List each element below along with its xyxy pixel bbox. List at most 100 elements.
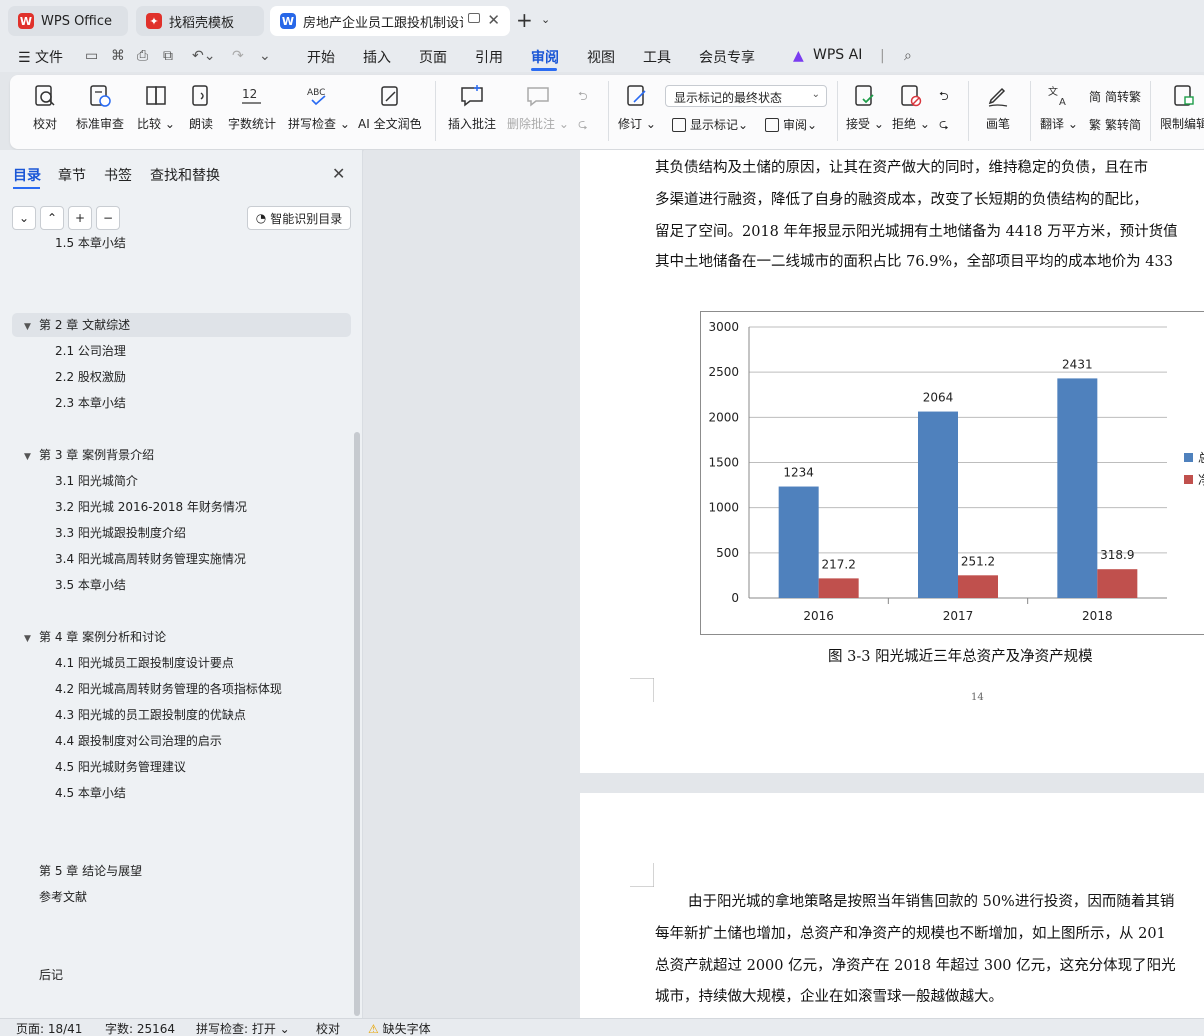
print-preview-icon[interactable]: ⧉ xyxy=(163,48,173,64)
toc-item[interactable]: 3.1 阳光城简介 xyxy=(55,469,138,493)
window-icon[interactable] xyxy=(468,13,480,23)
menu-member[interactable]: 会员专享 xyxy=(699,47,755,67)
toc-item[interactable]: 3.4 阳光城高周转财务管理实施情况 xyxy=(55,547,246,571)
toc-item[interactable]: 1.5 本章小结 xyxy=(55,236,126,250)
revise-button[interactable]: 修订 ⌄ xyxy=(618,83,656,143)
spell-check-toggle[interactable]: 拼写检查: 打开 ⌄ xyxy=(196,1020,290,1036)
menu-review[interactable]: 审阅 xyxy=(531,47,559,67)
menu-wps-ai[interactable]: WPS AI xyxy=(813,47,862,63)
search-icon[interactable]: ⌕ xyxy=(904,48,912,64)
accept-button[interactable]: 接受 ⌄ xyxy=(846,83,884,143)
toc-item[interactable]: 4.1 阳光城员工跟投制度设计要点 xyxy=(55,651,234,675)
menu-page[interactable]: 页面 xyxy=(419,47,447,67)
y-tick-label: 2000 xyxy=(708,410,739,424)
menu-insert[interactable]: 插入 xyxy=(363,47,391,67)
toc-chapter-4[interactable]: ▼ 第 4 章 案例分析和讨论 xyxy=(24,625,166,649)
add-heading-button[interactable]: + xyxy=(68,206,92,230)
toc-item[interactable]: 4.3 阳光城的员工跟投制度的优缺点 xyxy=(55,703,246,727)
toc-item[interactable]: 3.5 本章小结 xyxy=(55,573,126,597)
delete-comment-button[interactable]: 删除批注 ⌄ xyxy=(507,83,569,143)
menu-tools[interactable]: 工具 xyxy=(643,47,671,67)
expand-caret-icon[interactable]: ▼ xyxy=(24,627,39,651)
ai-polish-button[interactable]: AI 全文润色 xyxy=(358,83,422,143)
proofread-status[interactable]: 校对 xyxy=(316,1020,340,1036)
toc-chapter-3[interactable]: ▼ 第 3 章 案例背景介绍 xyxy=(24,443,154,467)
pen-button[interactable]: 画笔 xyxy=(985,83,1011,143)
review-pane-button[interactable]: 审阅 ⌄ xyxy=(765,116,817,133)
tab-find-replace[interactable]: 查找和替换 xyxy=(150,165,220,185)
menu-start[interactable]: 开始 xyxy=(307,47,335,67)
redo-icon[interactable]: ↷ xyxy=(232,48,244,64)
reject-button[interactable]: 拒绝 ⌄ xyxy=(892,83,930,143)
print-icon[interactable]: ⎙ xyxy=(137,48,148,64)
toc-item[interactable]: 3.3 阳光城跟投制度介绍 xyxy=(55,521,186,545)
tab-toc[interactable]: 目录 xyxy=(13,165,41,185)
toc-item[interactable]: 2.2 股权激励 xyxy=(55,365,126,389)
ribbon-separator xyxy=(1150,81,1151,141)
document-canvas[interactable]: 其负债结构及土储的原因，让其在资产做大的同时，维持稳定的负债，且在市 多渠道进行… xyxy=(364,150,1204,1018)
show-markup-button[interactable]: 显示标记 ⌄ xyxy=(672,116,748,133)
tab-wps-office[interactable]: W WPS Office xyxy=(8,6,128,36)
toc-references[interactable]: 参考文献 xyxy=(39,885,87,909)
show-markup-icon xyxy=(672,117,686,132)
document-page[interactable]: 其负债结构及土储的原因，让其在资产做大的同时，维持稳定的负债，且在市 多渠道进行… xyxy=(580,150,1204,773)
simp-to-trad-button[interactable]: 繁繁转简 xyxy=(1089,116,1141,133)
menu-reference[interactable]: 引用 xyxy=(475,47,503,67)
trad-to-simp-button[interactable]: 简简转繁 xyxy=(1089,88,1141,105)
data-label: 251.2 xyxy=(961,554,995,568)
tab-template-store[interactable]: ✦ 找稻壳模板 xyxy=(136,6,264,36)
toc-chapter-2[interactable]: ▼ 第 2 章 文献综述 xyxy=(24,313,130,337)
toc-afterword[interactable]: 后记 xyxy=(39,963,63,987)
menu-view[interactable]: 视图 xyxy=(587,47,615,67)
document-page[interactable]: 由于阳光城的拿地策略是按照当年销售回款的 50%进行投资，因而随着其销 每年新扩… xyxy=(580,793,1204,1018)
insert-comment-button[interactable]: 插入批注 xyxy=(448,83,496,143)
prev-change-icon[interactable]: ⮌ xyxy=(939,87,949,108)
tab-bookmarks[interactable]: 书签 xyxy=(104,165,132,185)
compare-button[interactable]: 比较 ⌄ xyxy=(137,83,175,143)
read-aloud-button[interactable]: 朗读 xyxy=(188,83,214,143)
file-menu[interactable]: ☰ 文件 xyxy=(18,47,63,67)
toc-item[interactable]: 2.1 公司治理 xyxy=(55,339,126,363)
word-count-button[interactable]: 12 字数统计 xyxy=(228,83,276,143)
expand-up-button[interactable]: ⌃ xyxy=(40,206,64,230)
word-count-indicator[interactable]: 字数: 25164 xyxy=(105,1020,175,1036)
new-tab-plus-icon[interactable]: + xyxy=(516,8,533,32)
markup-mode-select[interactable]: 显示标记的最终状态 ⌄ xyxy=(665,85,827,107)
legend-swatch xyxy=(1184,453,1193,462)
save-icon[interactable]: ▭ xyxy=(85,48,98,64)
toc-item[interactable]: 4.5 阳光城财务管理建议 xyxy=(55,755,186,779)
translate-button[interactable]: 文A 翻译 ⌄ xyxy=(1040,83,1078,143)
next-comment-icon[interactable]: ⮎ xyxy=(578,115,588,136)
spell-check-button[interactable]: ABC 拼写检查 ⌄ xyxy=(288,83,350,143)
embedded-chart[interactable]: 0 500 1000 1500 2000 2500 3000 2016 1234 217.2 201… xyxy=(700,311,1204,635)
missing-font-warning[interactable]: ⚠ 缺失字体 xyxy=(368,1020,431,1036)
expand-caret-icon[interactable]: ▼ xyxy=(24,315,39,339)
smart-toc-button[interactable]: ◔ 智能识别目录 xyxy=(247,206,351,230)
close-icon[interactable]: ✕ xyxy=(332,164,345,183)
format-painter-icon[interactable]: ⌘ xyxy=(111,48,125,64)
compare-icon xyxy=(146,86,166,105)
tab-sections[interactable]: 章节 xyxy=(58,165,86,185)
tab-document[interactable]: W 房地产企业员工跟投机制设计与 ✕ xyxy=(270,6,510,36)
toc-chapter-5[interactable]: 第 5 章 结论与展望 xyxy=(39,859,142,883)
restrict-edit-button[interactable]: 限制编辑 xyxy=(1160,83,1204,143)
y-tick-label: 1000 xyxy=(708,501,739,515)
toc-item[interactable]: 2.3 本章小结 xyxy=(55,391,126,415)
page-indicator[interactable]: 页面: 18/41 xyxy=(16,1020,82,1036)
proofread-button[interactable]: 校对 xyxy=(32,83,58,143)
tab-list-chevron-icon[interactable]: ⌄ xyxy=(541,13,550,26)
close-tab-icon[interactable]: ✕ xyxy=(487,11,500,29)
expand-caret-icon[interactable]: ▼ xyxy=(24,445,39,469)
toc-item[interactable]: 4.2 阳光城高周转财务管理的各项指标体现 xyxy=(55,677,282,701)
toc-item[interactable]: 3.2 阳光城 2016-2018 年财务情况 xyxy=(55,495,247,519)
standard-review-button[interactable]: 标准审查 xyxy=(76,83,124,143)
remove-heading-button[interactable]: − xyxy=(96,206,120,230)
next-change-icon[interactable]: ⮎ xyxy=(939,115,949,136)
collapse-down-button[interactable]: ⌄ xyxy=(12,206,36,230)
undo-icon[interactable]: ↶⌄ xyxy=(192,48,215,64)
toc-item[interactable]: 4.5 本章小结 xyxy=(55,781,126,805)
prev-comment-icon[interactable]: ⮌ xyxy=(578,87,588,108)
more-chevron-icon[interactable]: ⌄ xyxy=(259,48,271,64)
toc-item[interactable]: 4.4 跟投制度对公司治理的启示 xyxy=(55,729,222,753)
nav-scrollbar[interactable] xyxy=(354,432,360,1016)
